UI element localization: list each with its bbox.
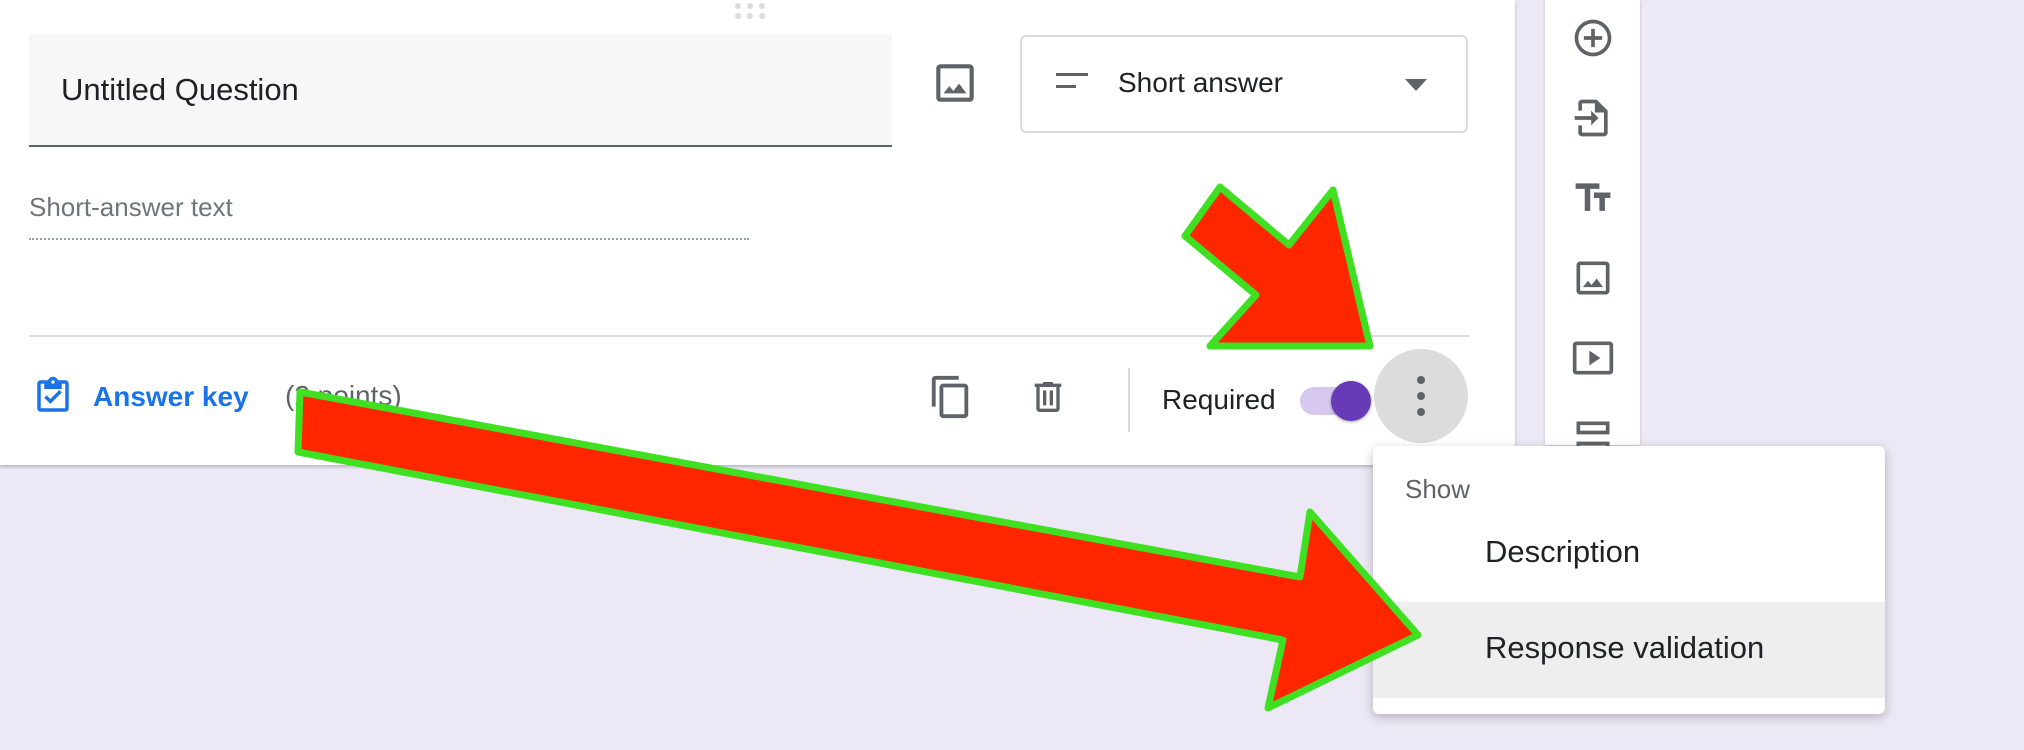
menu-item-description[interactable]: Description — [1373, 506, 1885, 602]
import-questions-icon[interactable] — [1571, 96, 1615, 140]
add-question-icon[interactable] — [1571, 16, 1615, 60]
menu-item-label: Description — [1485, 534, 1641, 569]
floating-toolbar — [1545, 0, 1640, 455]
add-image-icon[interactable] — [930, 58, 980, 108]
add-video-icon[interactable] — [1571, 336, 1615, 380]
menu-item-response-validation[interactable]: Response validation — [1373, 602, 1885, 698]
answer-key-icon[interactable] — [32, 374, 74, 418]
add-title-icon[interactable] — [1571, 176, 1615, 220]
chevron-down-icon — [1405, 79, 1427, 91]
short-answer-placeholder: Short-answer text — [29, 192, 233, 222]
answer-underline — [29, 238, 749, 240]
duplicate-icon[interactable] — [928, 374, 974, 420]
more-options-menu: Show Description Response validation — [1373, 446, 1885, 714]
question-card: Untitled Question Short answer Short-ans… — [0, 0, 1515, 465]
points-label: (2 points) — [285, 380, 402, 411]
footer-separator — [1128, 368, 1130, 432]
short-answer-icon — [1056, 73, 1088, 88]
question-type-dropdown[interactable]: Short answer — [1020, 35, 1468, 133]
delete-icon[interactable] — [1028, 374, 1068, 420]
question-type-label: Short answer — [1118, 67, 1283, 98]
required-label: Required — [1162, 384, 1276, 415]
answer-key-link[interactable]: Answer key — [93, 381, 249, 413]
menu-header-show: Show — [1405, 474, 1471, 504]
more-vert-icon — [1417, 376, 1425, 416]
add-image-icon[interactable] — [1571, 256, 1615, 300]
card-divider — [29, 335, 1469, 337]
more-options-button[interactable] — [1374, 349, 1468, 443]
question-title: Untitled Question — [61, 72, 299, 107]
drag-handle-icon[interactable] — [733, 2, 767, 20]
question-title-field[interactable]: Untitled Question — [29, 34, 892, 147]
required-toggle-knob[interactable] — [1331, 381, 1371, 421]
menu-item-label: Response validation — [1485, 630, 1765, 665]
